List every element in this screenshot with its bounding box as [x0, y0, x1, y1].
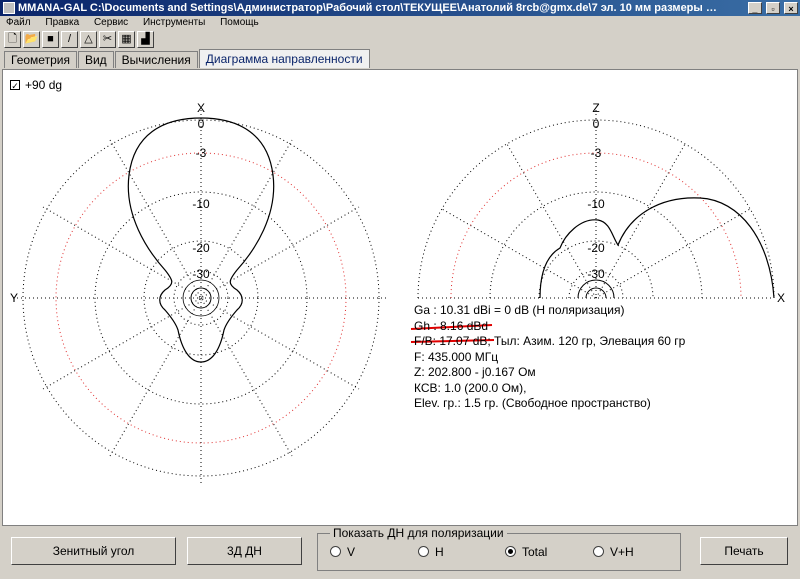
right-ring-label-3: -3 — [591, 146, 602, 160]
right-ring-label-0: 0 — [593, 117, 600, 131]
right-axis-z-label: Z — [592, 101, 599, 115]
print-button[interactable]: Печать — [700, 537, 788, 565]
polarization-legend: Показать ДН для поляризации — [330, 526, 507, 540]
left-axis-x-label: X — [197, 101, 205, 115]
radio-dot — [593, 546, 604, 557]
left-polar-plot — [13, 110, 389, 486]
radio-total[interactable]: Total — [505, 546, 547, 559]
info-impedance: Z: 202.800 - j0.167 Ом — [414, 365, 536, 379]
info-gh: Gh : 8.16 dBd — [414, 318, 489, 333]
right-ring-label-20: -20 — [587, 241, 605, 255]
left-ring-label-0: 0 — [198, 117, 205, 131]
radio-v-plus-h[interactable]: V+H — [593, 546, 634, 559]
radio-dot — [418, 546, 429, 557]
left-ring-label-3: -3 — [196, 146, 207, 160]
radio-label: V — [347, 545, 356, 559]
radio-dot — [505, 546, 516, 557]
right-pattern-curve — [539, 197, 775, 299]
left-ring-label-10: -10 — [192, 197, 210, 211]
info-freq: F: 435.000 МГц — [414, 349, 499, 364]
radio-dot — [330, 546, 341, 557]
left-ring-label-30: -30 — [192, 267, 210, 281]
right-axis-x-label: X — [777, 291, 785, 305]
results-info: Ga : 10.31 dBi = 0 dB (H поляризация) Gh… — [414, 303, 685, 412]
radio-label: H — [435, 545, 444, 559]
radio-v[interactable]: V — [330, 546, 355, 559]
left-ring-label-20: -20 — [192, 241, 210, 255]
right-ring-label-30: -30 — [587, 267, 605, 281]
radio-label: V+H — [610, 545, 634, 559]
3d-pattern-button[interactable]: 3Д ДН — [187, 537, 302, 565]
zenith-angle-button[interactable]: Зенитный угол — [11, 537, 176, 565]
right-center-ring — [585, 287, 607, 299]
right-ring-label-10: -10 — [587, 197, 605, 211]
info-swr: КСВ: 1.0 (200.0 Ом), — [414, 380, 527, 395]
radio-h[interactable]: H — [418, 546, 444, 559]
info-elevation: Elev. гр.: 1.5 гр. (Свободное пространст… — [414, 396, 651, 410]
radio-label: Total — [522, 545, 548, 559]
pattern-plots: X Y 0 -3 -10 -20 -30 Z X 0 -3 -10 -20 -3… — [10, 101, 785, 486]
left-axis-y-label: Y — [10, 291, 18, 305]
info-ga: Ga : 10.31 dBi = 0 dB (H поляризация) — [414, 303, 625, 317]
info-fb: F/B: 17.07 dB; Тыл: Азим. 120 гр, Элевац… — [414, 334, 686, 348]
